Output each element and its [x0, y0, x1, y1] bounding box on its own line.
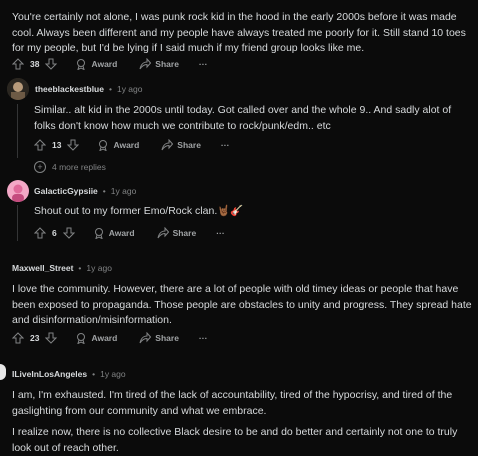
award-icon — [75, 332, 87, 344]
comment-body-paragraph: I realize now, there is no collective Bl… — [12, 426, 458, 454]
avatar[interactable] — [0, 364, 6, 380]
more-replies-label: 4 more replies — [52, 162, 106, 172]
vote-count: 6 — [52, 228, 57, 238]
share-icon — [139, 332, 152, 344]
share-label: Share — [172, 228, 197, 238]
downvote-icon[interactable] — [45, 332, 58, 344]
comment-time: 1y ago — [116, 84, 143, 94]
comment-body: You're certainly not alone, I was punk r… — [12, 11, 466, 54]
share-icon — [139, 58, 152, 70]
more-icon: ··· — [198, 333, 208, 343]
more-icon: ··· — [216, 228, 225, 238]
share-label: Share — [177, 140, 201, 150]
avatar[interactable] — [7, 180, 29, 202]
downvote-icon[interactable] — [45, 58, 58, 70]
award-icon — [93, 227, 105, 239]
comment-time: 1y ago — [86, 263, 112, 273]
share-button[interactable]: Share — [161, 139, 201, 151]
thread-line[interactable] — [17, 205, 18, 241]
more-options-button[interactable]: ··· — [199, 59, 208, 69]
comment-time: 1y ago — [100, 369, 126, 379]
upvote-icon[interactable] — [12, 58, 24, 70]
separator-dot: • — [108, 84, 112, 94]
more-options-button[interactable]: ··· — [216, 228, 225, 238]
comment-author[interactable]: theeblackestblue — [35, 84, 104, 94]
award-button[interactable]: Award — [93, 227, 135, 239]
award-label: Award — [91, 333, 118, 343]
vote-count: 23 — [30, 333, 40, 343]
award-button[interactable]: Award — [75, 58, 117, 70]
share-label: Share — [155, 59, 179, 69]
avatar[interactable] — [7, 78, 29, 100]
comment-time: 1y ago — [110, 186, 137, 196]
award-button[interactable]: Award — [97, 139, 139, 151]
thread-line[interactable] — [17, 104, 18, 158]
comment-body: I love the community. However, there are… — [12, 283, 472, 326]
comment-actions: 38 Award Share ··· — [12, 57, 207, 71]
separator-dot: • — [102, 186, 106, 196]
award-icon — [97, 139, 109, 151]
comment-body: Similar.. alt kid in the 2000s until tod… — [34, 104, 452, 132]
award-icon — [75, 58, 87, 70]
comment-actions: 23 Award Share ··· — [12, 331, 207, 345]
comment-body: Shout out to my former Emo/Rock clan.🤘🏾🎸 — [34, 205, 244, 217]
award-label: Award — [91, 59, 118, 69]
award-label: Award — [113, 140, 140, 150]
upvote-icon[interactable] — [34, 227, 46, 239]
downvote-icon[interactable] — [67, 139, 80, 151]
downvote-icon[interactable] — [62, 227, 75, 239]
share-button[interactable]: Share — [157, 227, 197, 239]
comment-actions: 6 Award Share ··· — [34, 226, 225, 240]
more-replies-button[interactable]: + 4 more replies — [34, 161, 106, 173]
share-icon — [161, 139, 174, 151]
separator-dot: • — [92, 369, 96, 379]
share-label: Share — [155, 333, 179, 343]
share-button[interactable]: Share — [139, 332, 179, 344]
more-icon: ··· — [220, 140, 230, 150]
more-options-button[interactable]: ··· — [221, 140, 230, 150]
upvote-icon[interactable] — [12, 332, 24, 344]
comment-actions: 13 Award Share ··· — [34, 138, 229, 152]
more-icon: ··· — [198, 59, 208, 69]
vote-count: 13 — [52, 140, 62, 150]
separator-dot: • — [78, 263, 82, 273]
comment-body: I am, I'm exhausted. I'm tired of the la… — [12, 389, 453, 417]
vote-count: 38 — [30, 59, 40, 69]
upvote-icon[interactable] — [34, 139, 46, 151]
comment-author[interactable]: ILiveInLosAngeles — [12, 369, 87, 379]
share-button[interactable]: Share — [139, 58, 179, 70]
award-button[interactable]: Award — [75, 332, 117, 344]
more-options-button[interactable]: ··· — [199, 333, 208, 343]
plus-circle-icon: + — [34, 161, 46, 173]
comment-author[interactable]: GalacticGypsiie — [34, 186, 98, 196]
comment-author[interactable]: Maxwell_Street — [12, 263, 73, 273]
share-icon — [157, 227, 169, 239]
award-label: Award — [108, 228, 135, 238]
